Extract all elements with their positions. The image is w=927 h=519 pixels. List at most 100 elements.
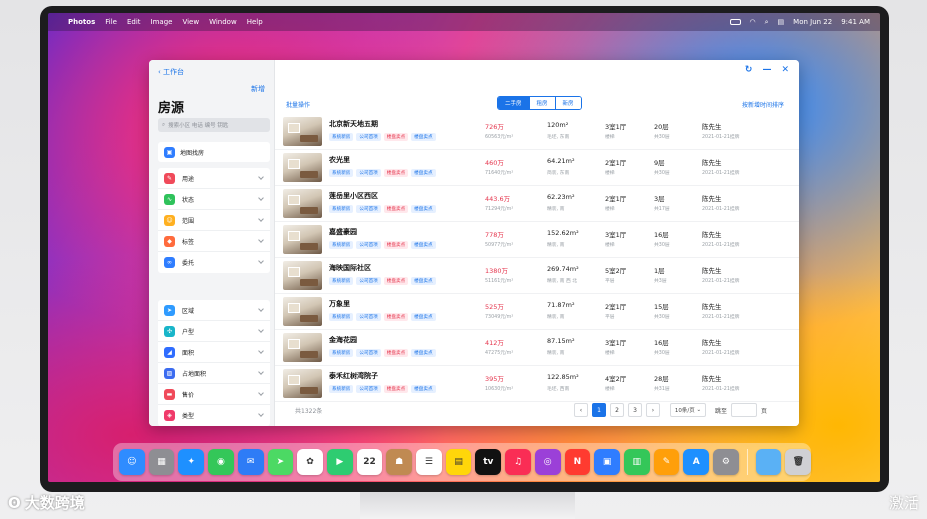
listing-thumbnail[interactable] <box>283 189 322 218</box>
trash-icon[interactable]: 🗑 <box>785 449 812 475</box>
filter-land-area[interactable]: ▨ 占地面积 <box>158 363 270 384</box>
menu-file[interactable]: File <box>105 18 117 26</box>
jump-page-input[interactable] <box>731 403 758 417</box>
dock-glyph: ☗ <box>395 457 404 467</box>
tab-second-hand[interactable]: 二手房 <box>498 97 530 109</box>
listing-thumbnail[interactable] <box>283 369 322 398</box>
menu-app-name[interactable]: Photos <box>68 18 95 26</box>
listing-name[interactable]: 嘉盛豪园 <box>329 227 357 237</box>
listing-thumbnail[interactable] <box>283 333 322 362</box>
next-page-button[interactable]: › <box>646 403 660 417</box>
listing-row[interactable]: 万象里 系统新房 公司首项 楼盘卖点 楼盘卖点 525万 73049元/m² 71.8… <box>275 294 799 330</box>
system-preferences-icon[interactable]: ⚙ <box>713 449 739 475</box>
minimize-icon[interactable]: — <box>762 65 771 75</box>
listing-row[interactable]: 莲岳里小区西区 系统新房 公司首项 楼盘卖点 楼盘卖点 443.6万 71294元/m… <box>275 186 799 222</box>
watermark-left-text: 大数跨境 <box>24 494 85 512</box>
page-button[interactable]: 2 <box>610 403 624 417</box>
listing-row[interactable]: 泰禾红树湾院子 系统新房 公司首项 楼盘卖点 楼盘卖点 395万 10630元/m² … <box>275 366 799 402</box>
calendar-icon[interactable]: 22 <box>356 449 383 475</box>
tv-icon[interactable]: tv <box>475 449 502 475</box>
prev-page-button[interactable]: ‹ <box>574 403 588 417</box>
listing-orientation: 楼梯 <box>605 387 615 392</box>
listing-thumbnail[interactable] <box>283 153 322 182</box>
listing-name[interactable]: 金海花园 <box>329 335 357 345</box>
wifi-icon[interactable]: ◠ <box>750 18 756 26</box>
chevron-down-icon <box>258 174 264 180</box>
listing-thumbnail[interactable] <box>283 297 322 326</box>
page-size-select[interactable]: 10条/页 ⌄ <box>670 403 706 417</box>
music-icon[interactable]: ♫ <box>505 449 531 475</box>
page-button[interactable]: 3 <box>628 403 642 417</box>
filter-range[interactable]: ☺ 范围 <box>158 210 270 231</box>
downloads-folder-icon[interactable] <box>755 449 782 475</box>
listing-unit-price: 10630元/m² <box>485 387 514 392</box>
listing-decoration: 精装, 南 <box>547 351 565 356</box>
filter-type[interactable]: ◈ 类型 <box>158 405 270 426</box>
dock-glyph: ☺ <box>127 457 137 467</box>
filter-entrust[interactable]: ∞ 委托 <box>158 252 270 273</box>
filter-tag[interactable]: ◆ 标签 <box>158 231 270 252</box>
listing-name[interactable]: 泰禾红树湾院子 <box>329 371 378 381</box>
photos-icon[interactable]: ✿ <box>297 449 323 475</box>
listing-agent: 陈先生 <box>702 267 722 275</box>
add-listing-button[interactable]: 新增 <box>251 84 265 94</box>
filter-use[interactable]: ✎ 用途 <box>158 168 270 189</box>
notes-icon[interactable]: ▤ <box>445 449 472 475</box>
filter-area[interactable]: ◢ 面积 <box>158 342 270 363</box>
listing-row[interactable]: 嘉盛豪园 系统新房 公司首项 楼盘卖点 楼盘卖点 778万 50977元/m² 152… <box>275 222 799 258</box>
listing-row[interactable]: 农光里 系统新房 公司首项 楼盘卖点 楼盘卖点 460万 71640元/m² 64.2… <box>275 150 799 186</box>
sort-button[interactable]: 按新增时间排序 <box>742 100 784 109</box>
contacts-icon[interactable]: ☗ <box>386 449 413 475</box>
tab-rental[interactable]: 租房 <box>529 97 556 109</box>
search-input[interactable]: ⌕ 搜索小区 电话 编号 钥匙 <box>158 118 270 132</box>
listing-name[interactable]: 北京新天地五期 <box>329 119 378 129</box>
mail-icon[interactable]: ✉ <box>237 449 264 475</box>
listing-orientation: 楼梯 <box>605 243 615 248</box>
tab-new-home[interactable]: 新房 <box>555 97 581 109</box>
dock-glyph: ⚙ <box>721 457 730 467</box>
listing-name[interactable]: 农光里 <box>329 155 350 165</box>
control-center-icon[interactable]: ▤ <box>778 18 785 26</box>
listing-name[interactable]: 万象里 <box>329 299 350 309</box>
maps-icon[interactable]: ➤ <box>267 449 294 475</box>
menu-view[interactable]: View <box>182 18 199 26</box>
podcasts-icon[interactable]: ◎ <box>534 449 561 475</box>
listing-name[interactable]: 莲岳里小区西区 <box>329 191 378 201</box>
appstore-icon[interactable]: A <box>683 449 710 475</box>
finder-icon[interactable]: ☺ <box>119 449 145 475</box>
battery-icon[interactable] <box>729 19 741 25</box>
listing-thumbnail[interactable] <box>283 225 322 254</box>
listing-name[interactable]: 海映国际社区 <box>329 263 371 273</box>
spotlight-icon[interactable]: ⌕ <box>765 18 769 27</box>
refresh-icon[interactable]: ↻ <box>745 65 753 75</box>
filter-layout[interactable]: ✣ 户型 <box>158 321 270 342</box>
messages-icon[interactable]: ◉ <box>208 449 234 475</box>
menu-image[interactable]: Image <box>151 18 173 26</box>
pages-icon[interactable]: ✎ <box>653 449 680 475</box>
page-button[interactable]: 1 <box>592 403 606 417</box>
listing-thumbnail[interactable] <box>283 261 322 290</box>
menu-window[interactable]: Window <box>209 18 237 26</box>
batch-action-button[interactable]: 批量操作 <box>286 100 310 109</box>
facetime-icon[interactable]: ▶ <box>326 449 353 475</box>
close-icon[interactable]: ✕ <box>781 65 789 75</box>
news-icon[interactable]: N <box>564 449 591 475</box>
back-button[interactable]: ‹ 工作台 <box>158 67 184 77</box>
safari-icon[interactable]: ✦ <box>178 449 205 475</box>
listing-row[interactable]: 海映国际社区 系统新房 公司首项 楼盘卖点 楼盘卖点 1380万 51161元/m² … <box>275 258 799 294</box>
listing-row[interactable]: 北京新天地五期 系统新房 公司首项 楼盘卖点 楼盘卖点 726万 60563元/m² … <box>275 114 799 150</box>
map-search-button[interactable]: ▣ 地图找房 <box>158 142 270 162</box>
reminders-icon[interactable]: ☰ <box>416 449 442 475</box>
filter-group-primary: ✎ 用途 ∿ 状态 ☺ 范围 ◆ 标签 ∞ 委托 <box>158 168 270 273</box>
filter-region[interactable]: ➤ 区域 <box>158 300 270 321</box>
launchpad-icon[interactable]: ▦ <box>148 449 175 475</box>
filter-price[interactable]: ▬ 售价 <box>158 384 270 405</box>
menu-help[interactable]: Help <box>247 18 263 26</box>
filter-status[interactable]: ∿ 状态 <box>158 189 270 210</box>
listing-tag: 系统新房 <box>329 169 354 177</box>
keynote-icon[interactable]: ▣ <box>594 449 620 475</box>
menu-edit[interactable]: Edit <box>127 18 141 26</box>
listing-thumbnail[interactable] <box>283 117 322 146</box>
numbers-icon[interactable]: ▥ <box>623 449 650 475</box>
listing-row[interactable]: 金海花园 系统新房 公司首项 楼盘卖点 楼盘卖点 412万 47275元/m² 87.… <box>275 330 799 366</box>
